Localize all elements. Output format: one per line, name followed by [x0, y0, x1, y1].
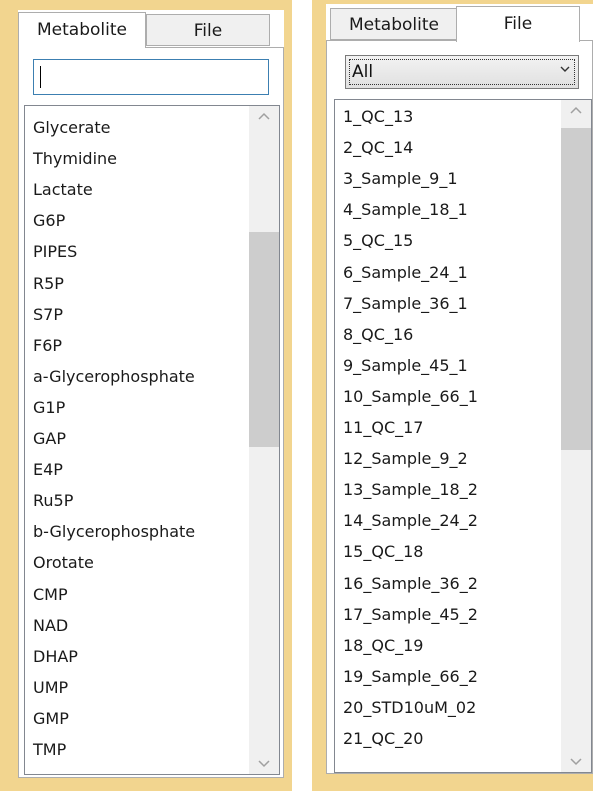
list-item[interactable]: b-Glycerophosphate	[33, 522, 195, 541]
text-caret	[40, 66, 41, 88]
metabolite-list-scrollbar[interactable]	[249, 106, 279, 774]
list-item[interactable]: 3_Sample_9_1	[343, 169, 458, 188]
list-item[interactable]: Thymidine	[33, 149, 117, 168]
list-item[interactable]: 11_QC_17	[343, 418, 423, 437]
file-list-scrollbar[interactable]	[561, 100, 591, 772]
scroll-thumb[interactable]	[249, 232, 279, 447]
list-item[interactable]: 2_QC_14	[343, 138, 413, 157]
list-item[interactable]: 21_QC_20	[343, 729, 423, 748]
tab-content: All 1_QC_13 2_QC_14 3_Sample_9_1 4_Sample_1…	[326, 40, 593, 774]
tab-metabolite[interactable]: Metabolite	[330, 8, 458, 40]
file-filter-dropdown[interactable]: All	[345, 55, 579, 89]
list-item[interactable]: 12_Sample_9_2	[343, 449, 468, 468]
list-item[interactable]: 5_QC_15	[343, 231, 413, 250]
right-panel: Metabolite File All 1_QC_13 2_QC_14 3_Samp…	[326, 4, 593, 774]
list-item[interactable]: TMP	[33, 740, 66, 759]
list-item[interactable]: 9_Sample_45_1	[343, 356, 468, 375]
chevron-down-icon	[570, 758, 582, 766]
list-item[interactable]: S7P	[33, 305, 63, 324]
list-item[interactable]: 19_Sample_66_2	[343, 667, 478, 686]
list-item[interactable]: a-Glycerophosphate	[33, 367, 195, 386]
scroll-up-button[interactable]	[249, 106, 279, 126]
tab-file[interactable]: File	[456, 6, 580, 42]
list-item[interactable]: 1_QC_13	[343, 107, 413, 126]
list-item[interactable]: NAD	[33, 616, 68, 635]
list-item[interactable]: 16_Sample_36_2	[343, 574, 478, 593]
list-item[interactable]: Glycerate	[33, 118, 110, 137]
list-item[interactable]: Lactate	[33, 180, 93, 199]
list-item[interactable]: PIPES	[33, 242, 77, 261]
list-item[interactable]: R5P	[33, 274, 64, 293]
tab-file[interactable]: File	[146, 14, 270, 46]
list-item[interactable]: F6P	[33, 336, 62, 355]
list-item[interactable]: 8_QC_16	[343, 325, 413, 344]
list-item[interactable]: 6_Sample_24_1	[343, 263, 468, 282]
list-item[interactable]: 15_QC_18	[343, 542, 423, 561]
left-panel: Metabolite File Glycerate Thymidine Lactat…	[18, 10, 284, 778]
dropdown-arrow-icon	[560, 66, 570, 72]
metabolite-list[interactable]: Glycerate Thymidine Lactate G6P PIPES R5P S7P F…	[24, 105, 280, 775]
scroll-down-button[interactable]	[249, 754, 279, 774]
list-item[interactable]: 20_STD10uM_02	[343, 698, 476, 717]
list-item[interactable]: GAP	[33, 429, 66, 448]
list-item[interactable]: 18_QC_19	[343, 636, 423, 655]
scroll-thumb[interactable]	[561, 128, 591, 450]
list-item[interactable]: DHAP	[33, 647, 78, 666]
list-item[interactable]: 13_Sample_18_2	[343, 480, 478, 499]
focus-rectangle	[349, 59, 575, 85]
list-item[interactable]: 4_Sample_18_1	[343, 200, 468, 219]
list-item[interactable]: UMP	[33, 678, 68, 697]
metabolite-search-input[interactable]	[33, 59, 269, 95]
file-filter-value: All	[352, 62, 374, 82]
list-item[interactable]: 7_Sample_36_1	[343, 294, 468, 313]
list-item[interactable]: G6P	[33, 211, 65, 230]
tab-metabolite[interactable]: Metabolite	[18, 12, 146, 48]
chevron-down-icon	[258, 760, 270, 768]
list-item[interactable]: GMP	[33, 709, 69, 728]
list-item[interactable]: 17_Sample_45_2	[343, 605, 478, 624]
list-item[interactable]: Ru5P	[33, 491, 73, 510]
tab-content: Glycerate Thymidine Lactate G6P PIPES R5P S7P F…	[18, 47, 284, 778]
list-item[interactable]: 10_Sample_66_1	[343, 387, 478, 406]
scroll-down-button[interactable]	[561, 752, 591, 772]
list-item[interactable]: 14_Sample_24_2	[343, 511, 478, 530]
scroll-up-button[interactable]	[561, 100, 591, 120]
list-item[interactable]: E4P	[33, 460, 63, 479]
list-item[interactable]: CMP	[33, 585, 68, 604]
chevron-up-icon	[570, 106, 582, 114]
chevron-up-icon	[258, 112, 270, 120]
list-item[interactable]: G1P	[33, 398, 65, 417]
file-list[interactable]: 1_QC_13 2_QC_14 3_Sample_9_1 4_Sample_18_1 5…	[334, 99, 592, 773]
list-item[interactable]: Orotate	[33, 553, 94, 572]
